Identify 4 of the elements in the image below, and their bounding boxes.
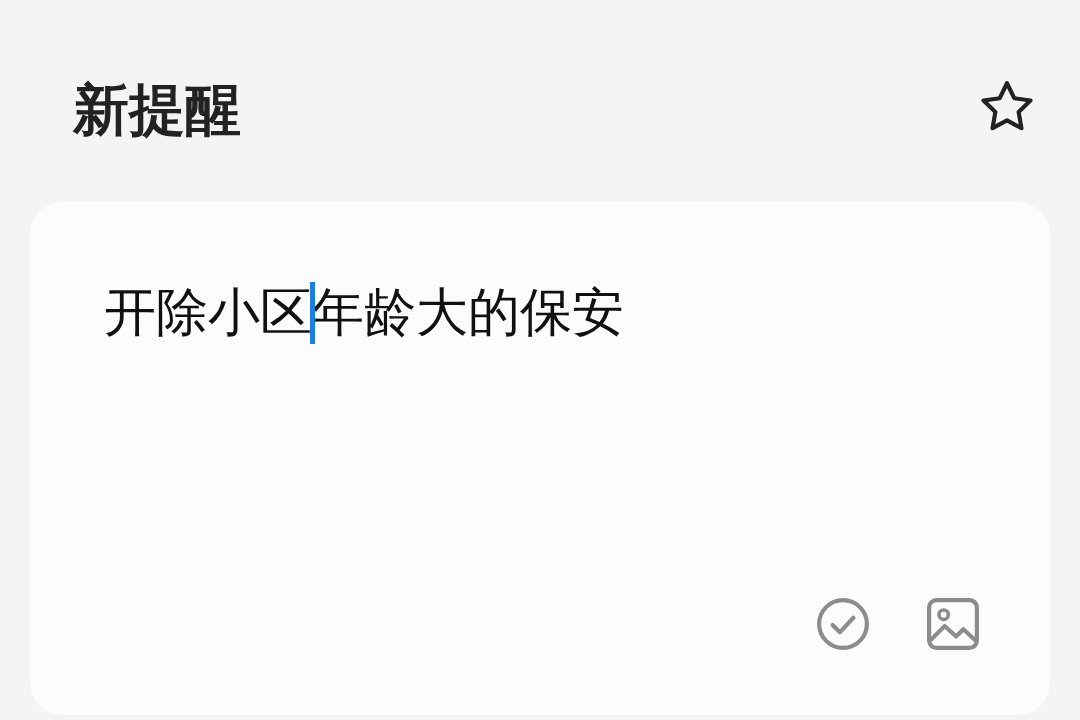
- image-icon[interactable]: [926, 597, 980, 651]
- note-text[interactable]: 开除小区年龄大的保安: [104, 280, 624, 344]
- page-title: 新提醒: [73, 78, 241, 142]
- checkmark-circle-icon[interactable]: [816, 597, 870, 651]
